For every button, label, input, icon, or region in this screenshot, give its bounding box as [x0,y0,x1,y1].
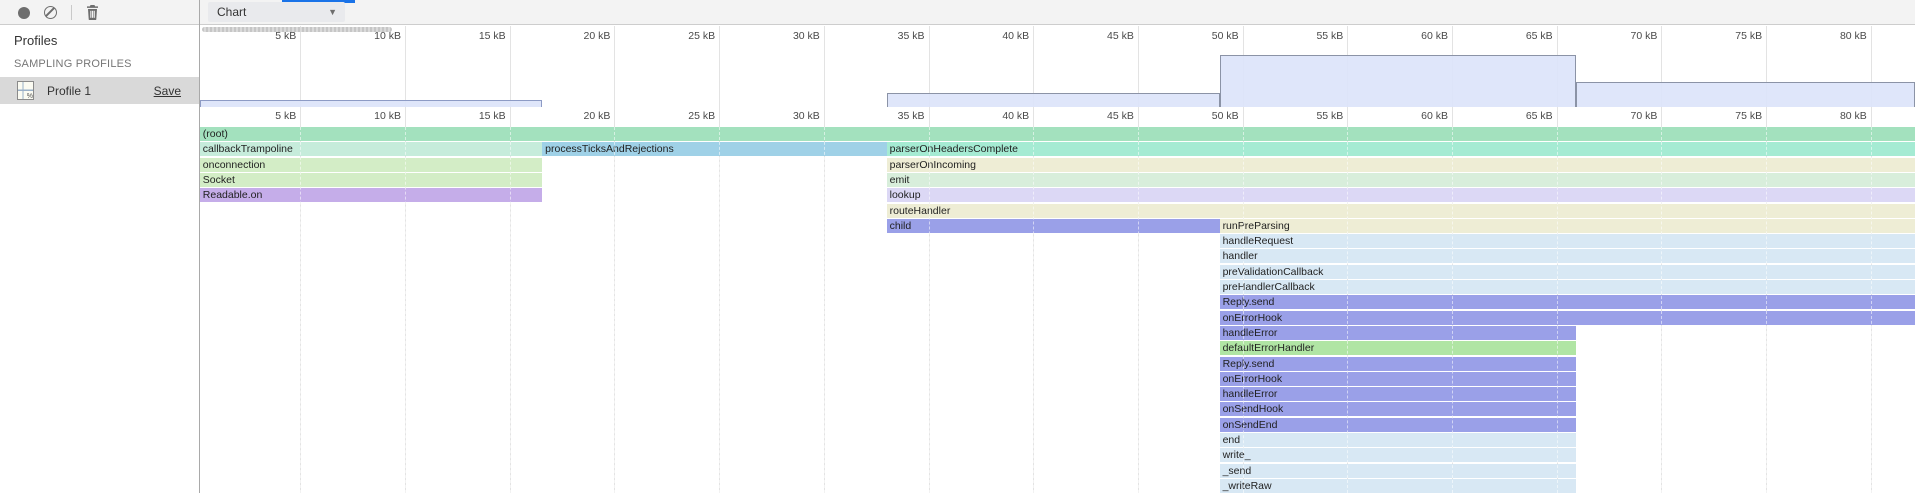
flame-segment[interactable]: child [887,219,1220,233]
overview-ruler-tick-label: 50 kB [1173,30,1239,42]
flame-segment[interactable]: parserOnIncoming [887,158,1915,172]
sampling-profiles-section-title: SAMPLING PROFILES [14,58,132,70]
flame-segment[interactable]: preValidationCallback [1220,265,1915,279]
flame-segment[interactable]: Reply.send [1220,295,1915,309]
overview-ruler-tick-label: 55 kB [1277,30,1343,42]
flame-ruler-tick-label: 25 kB [649,110,715,122]
flame-segment[interactable]: (root) [200,127,1915,141]
grid-line-dashed-overlay [1557,127,1558,493]
profiler-toolbar: Chart ▼ [0,0,1915,25]
overview-heap-area-segment[interactable] [887,93,1220,107]
grid-line-dashed-overlay [1243,127,1244,493]
profiles-sidebar: Profiles SAMPLING PROFILES % Profile 1 S… [0,25,199,493]
flame-segment[interactable]: Socket [200,173,542,187]
grid-line-dashed-overlay [614,127,615,493]
overview-ruler-tick-label: 25 kB [649,30,715,42]
flame-segment[interactable]: runPreParsing [1220,219,1915,233]
toolbar-left-group [0,0,99,25]
overview-ruler-tick-label: 15 kB [440,30,506,42]
flame-segment[interactable]: handleError [1220,326,1576,340]
flame-segment[interactable]: callbackTrampoline [200,142,542,156]
clear-profiles-icon[interactable] [44,6,57,19]
grid-line-dashed-overlay [405,127,406,493]
chevron-down-icon: ▼ [328,7,337,17]
grid-line-dashed-overlay [1138,127,1139,493]
flame-segment[interactable]: write_ [1220,448,1576,462]
profile-document-icon: % [17,81,34,100]
flame-segment[interactable]: onSendEnd [1220,418,1576,432]
grid-line-dashed-overlay [719,127,720,493]
flame-segment[interactable]: handleRequest [1220,234,1915,248]
overview-scrollbar-thumb[interactable] [202,27,392,32]
overview-ruler-tick-label: 60 kB [1382,30,1448,42]
overview-ruler-tick-label: 35 kB [859,30,925,42]
toolbar-separator [71,5,72,20]
flame-ruler-tick-label: 35 kB [859,110,925,122]
flame-ruler-tick-label: 65 kB [1487,110,1553,122]
devtools-heap-profiler: { "toolbar": { "record_button": "record"… [0,0,1915,493]
flame-ruler-tick-label: 70 kB [1591,110,1657,122]
flame-ruler-tick-label: 60 kB [1382,110,1448,122]
flame-segment[interactable]: _writeRaw [1220,479,1576,493]
grid-line-dashed-overlay [510,127,511,493]
grid-line-dashed-overlay [1766,127,1767,493]
flame-ruler-tick-label: 5 kB [230,110,296,122]
grid-line-dashed-overlay [1033,127,1034,493]
flame-ruler-tick-label: 40 kB [963,110,1029,122]
flame-segment[interactable]: Reply.send [1220,357,1576,371]
profiles-pane-title: Profiles [14,33,57,48]
flame-ruler-tick-label: 10 kB [335,110,401,122]
overview-ruler-tick-label: 20 kB [544,30,610,42]
grid-line-dashed-overlay [824,127,825,493]
record-heap-profile-button[interactable] [18,7,30,19]
overview-ruler-tick-label: 80 kB [1801,30,1867,42]
flame-segment[interactable]: end [1220,433,1576,447]
sidebar-divider [199,0,200,493]
flame-ruler-tick-label: 75 kB [1696,110,1762,122]
flame-segment[interactable]: processTicksAndRejections [542,142,886,156]
overview-heap-area-segment[interactable] [200,100,542,107]
flame-segment[interactable]: handler [1220,249,1915,263]
flame-ruler-tick-label: 55 kB [1277,110,1343,122]
flame-segment[interactable]: defaultErrorHandler [1220,341,1576,355]
flame-segment[interactable]: emit [887,173,1915,187]
grid-line-dashed-overlay [1871,127,1872,493]
flame-ruler-tick-label: 80 kB [1801,110,1867,122]
overview-ruler-tick-label: 30 kB [754,30,820,42]
overview-heap-area-segment[interactable] [1220,55,1576,107]
grid-line-dashed-overlay [1347,127,1348,493]
flame-segment[interactable]: onErrorHook [1220,372,1576,386]
flame-segment[interactable]: onSendHook [1220,402,1576,416]
grid-line-dashed-overlay [929,127,930,493]
flame-ruler-tick-label: 45 kB [1068,110,1134,122]
flame-segment[interactable]: _send [1220,464,1576,478]
grid-line-dashed-overlay [1661,127,1662,493]
overview-ruler-tick-label: 70 kB [1591,30,1657,42]
profile-name: Profile 1 [47,84,91,98]
flame-ruler-tick-label: 30 kB [754,110,820,122]
flame-segment[interactable]: onconnection [200,158,542,172]
flame-segment[interactable]: handleError [1220,387,1576,401]
overview-heap-area-segment[interactable] [1576,82,1915,107]
sidebar-item-profile-1[interactable]: % Profile 1 Save [0,77,199,104]
flame-ruler-tick-label: 20 kB [544,110,610,122]
flame-segment[interactable]: preHandlerCallback [1220,280,1915,294]
grid-line-dashed-overlay [300,127,301,493]
flame-ruler-tick-label: 50 kB [1173,110,1239,122]
overview-ruler-tick-label: 65 kB [1487,30,1553,42]
flame-segment[interactable]: Readable.on [200,188,542,202]
overview-ruler-tick-label: 40 kB [963,30,1029,42]
flame-segment[interactable]: lookup [887,188,1915,202]
flame-segment[interactable]: routeHandler [887,204,1915,218]
overview-ruler-tick-label: 45 kB [1068,30,1134,42]
view-mode-select[interactable]: Chart ▼ [208,2,345,22]
grid-line-dashed-overlay [1452,127,1453,493]
view-mode-value: Chart [217,5,246,19]
flame-segment[interactable]: onErrorHook [1220,311,1915,325]
flame-ruler-tick-label: 15 kB [440,110,506,122]
save-profile-link[interactable]: Save [154,84,181,98]
delete-profile-icon[interactable] [86,5,99,20]
overview-ruler-tick-label: 75 kB [1696,30,1762,42]
flame-segment[interactable]: parserOnHeadersComplete [887,142,1915,156]
